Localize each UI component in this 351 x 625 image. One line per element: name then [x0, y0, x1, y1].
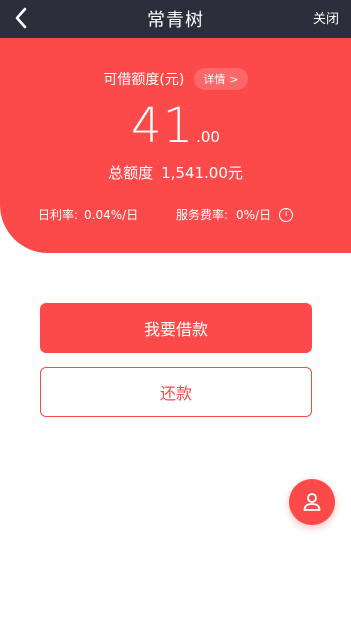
chevron-right-icon: > [229, 72, 239, 86]
total-value: 1,541.00元 [161, 164, 243, 182]
amount-integer: 41 [131, 98, 195, 154]
user-fab-button[interactable] [289, 479, 335, 525]
credit-label: 可借额度(元) [103, 72, 185, 88]
total-credit: 总额度 1,541.00元 [0, 162, 351, 183]
service-rate-value: 0%/日 [236, 208, 272, 222]
page: 常青树 关闭 可借额度(元) 详情 > 41 .00 总额度 1,541.00元… [0, 0, 351, 625]
daily-rate: 日利率: 0.04%/日 [38, 206, 138, 223]
total-label: 总额度 [108, 164, 154, 182]
navbar: 常青树 关闭 [0, 0, 351, 38]
page-title: 常青树 [147, 10, 204, 31]
user-icon [303, 493, 321, 511]
credit-card: 可借额度(元) 详情 > 41 .00 总额度 1,541.00元 日利率: 0… [0, 38, 351, 253]
repay-button[interactable]: 还款 [40, 367, 312, 417]
service-rate: 服务费率: 0%/日 i [176, 206, 294, 223]
daily-rate-label: 日利率: [38, 208, 79, 222]
available-amount: 41 .00 [0, 98, 351, 154]
daily-rate-value: 0.04%/日 [84, 208, 139, 222]
amount-decimal: .00 [196, 128, 220, 146]
info-icon[interactable]: i [279, 207, 294, 222]
borrow-button[interactable]: 我要借款 [40, 303, 312, 353]
detail-label: 详情 [203, 73, 226, 86]
detail-button[interactable]: 详情 > [194, 68, 248, 90]
rates-row: 日利率: 0.04%/日 服务费率: 0%/日 i [0, 206, 351, 224]
service-rate-label: 服务费率: [176, 208, 229, 222]
credit-header: 可借额度(元) 详情 > [0, 68, 351, 90]
close-button[interactable]: 关闭 [313, 0, 339, 34]
